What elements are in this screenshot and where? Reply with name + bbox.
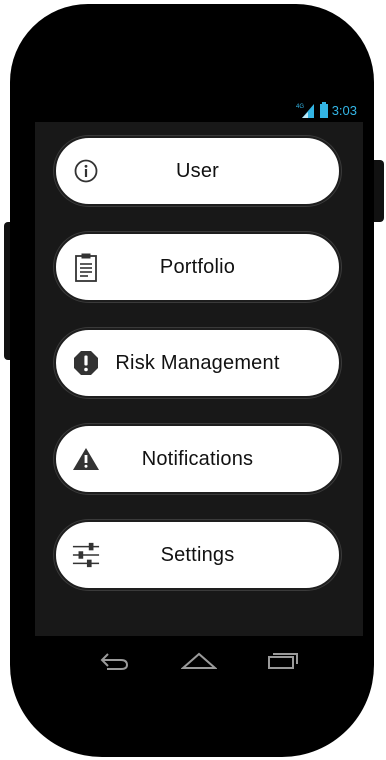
system-nav-bar bbox=[35, 636, 363, 684]
clipboard-icon bbox=[72, 253, 100, 282]
risk-management-button[interactable]: Risk Management bbox=[54, 328, 341, 398]
home-icon[interactable] bbox=[179, 645, 219, 675]
svg-text:4G: 4G bbox=[296, 104, 304, 110]
risk-management-label: Risk Management bbox=[115, 351, 280, 374]
notifications-button[interactable]: Notifications bbox=[54, 424, 341, 494]
alert-octagon-icon bbox=[72, 349, 100, 377]
warning-triangle-icon bbox=[72, 445, 100, 473]
sliders-icon bbox=[72, 541, 100, 569]
portfolio-label: Portfolio bbox=[159, 255, 236, 278]
back-icon[interactable] bbox=[94, 645, 134, 675]
settings-button[interactable]: Settings bbox=[54, 520, 341, 590]
settings-label: Settings bbox=[160, 543, 235, 566]
notifications-label: Notifications bbox=[141, 447, 254, 470]
info-icon bbox=[72, 157, 100, 185]
clock: 3:03 bbox=[331, 102, 357, 118]
user-button[interactable]: User bbox=[54, 136, 341, 206]
status-bar: 4G 3:03 bbox=[35, 99, 363, 121]
user-label: User bbox=[175, 159, 220, 182]
network-signal-icon: 4G bbox=[296, 102, 316, 118]
recents-icon[interactable] bbox=[264, 645, 304, 675]
power-button bbox=[374, 160, 384, 222]
app-screen: User Portfolio Risk Management Notificat… bbox=[35, 122, 363, 636]
portfolio-button[interactable]: Portfolio bbox=[54, 232, 341, 302]
battery-icon bbox=[319, 102, 328, 118]
